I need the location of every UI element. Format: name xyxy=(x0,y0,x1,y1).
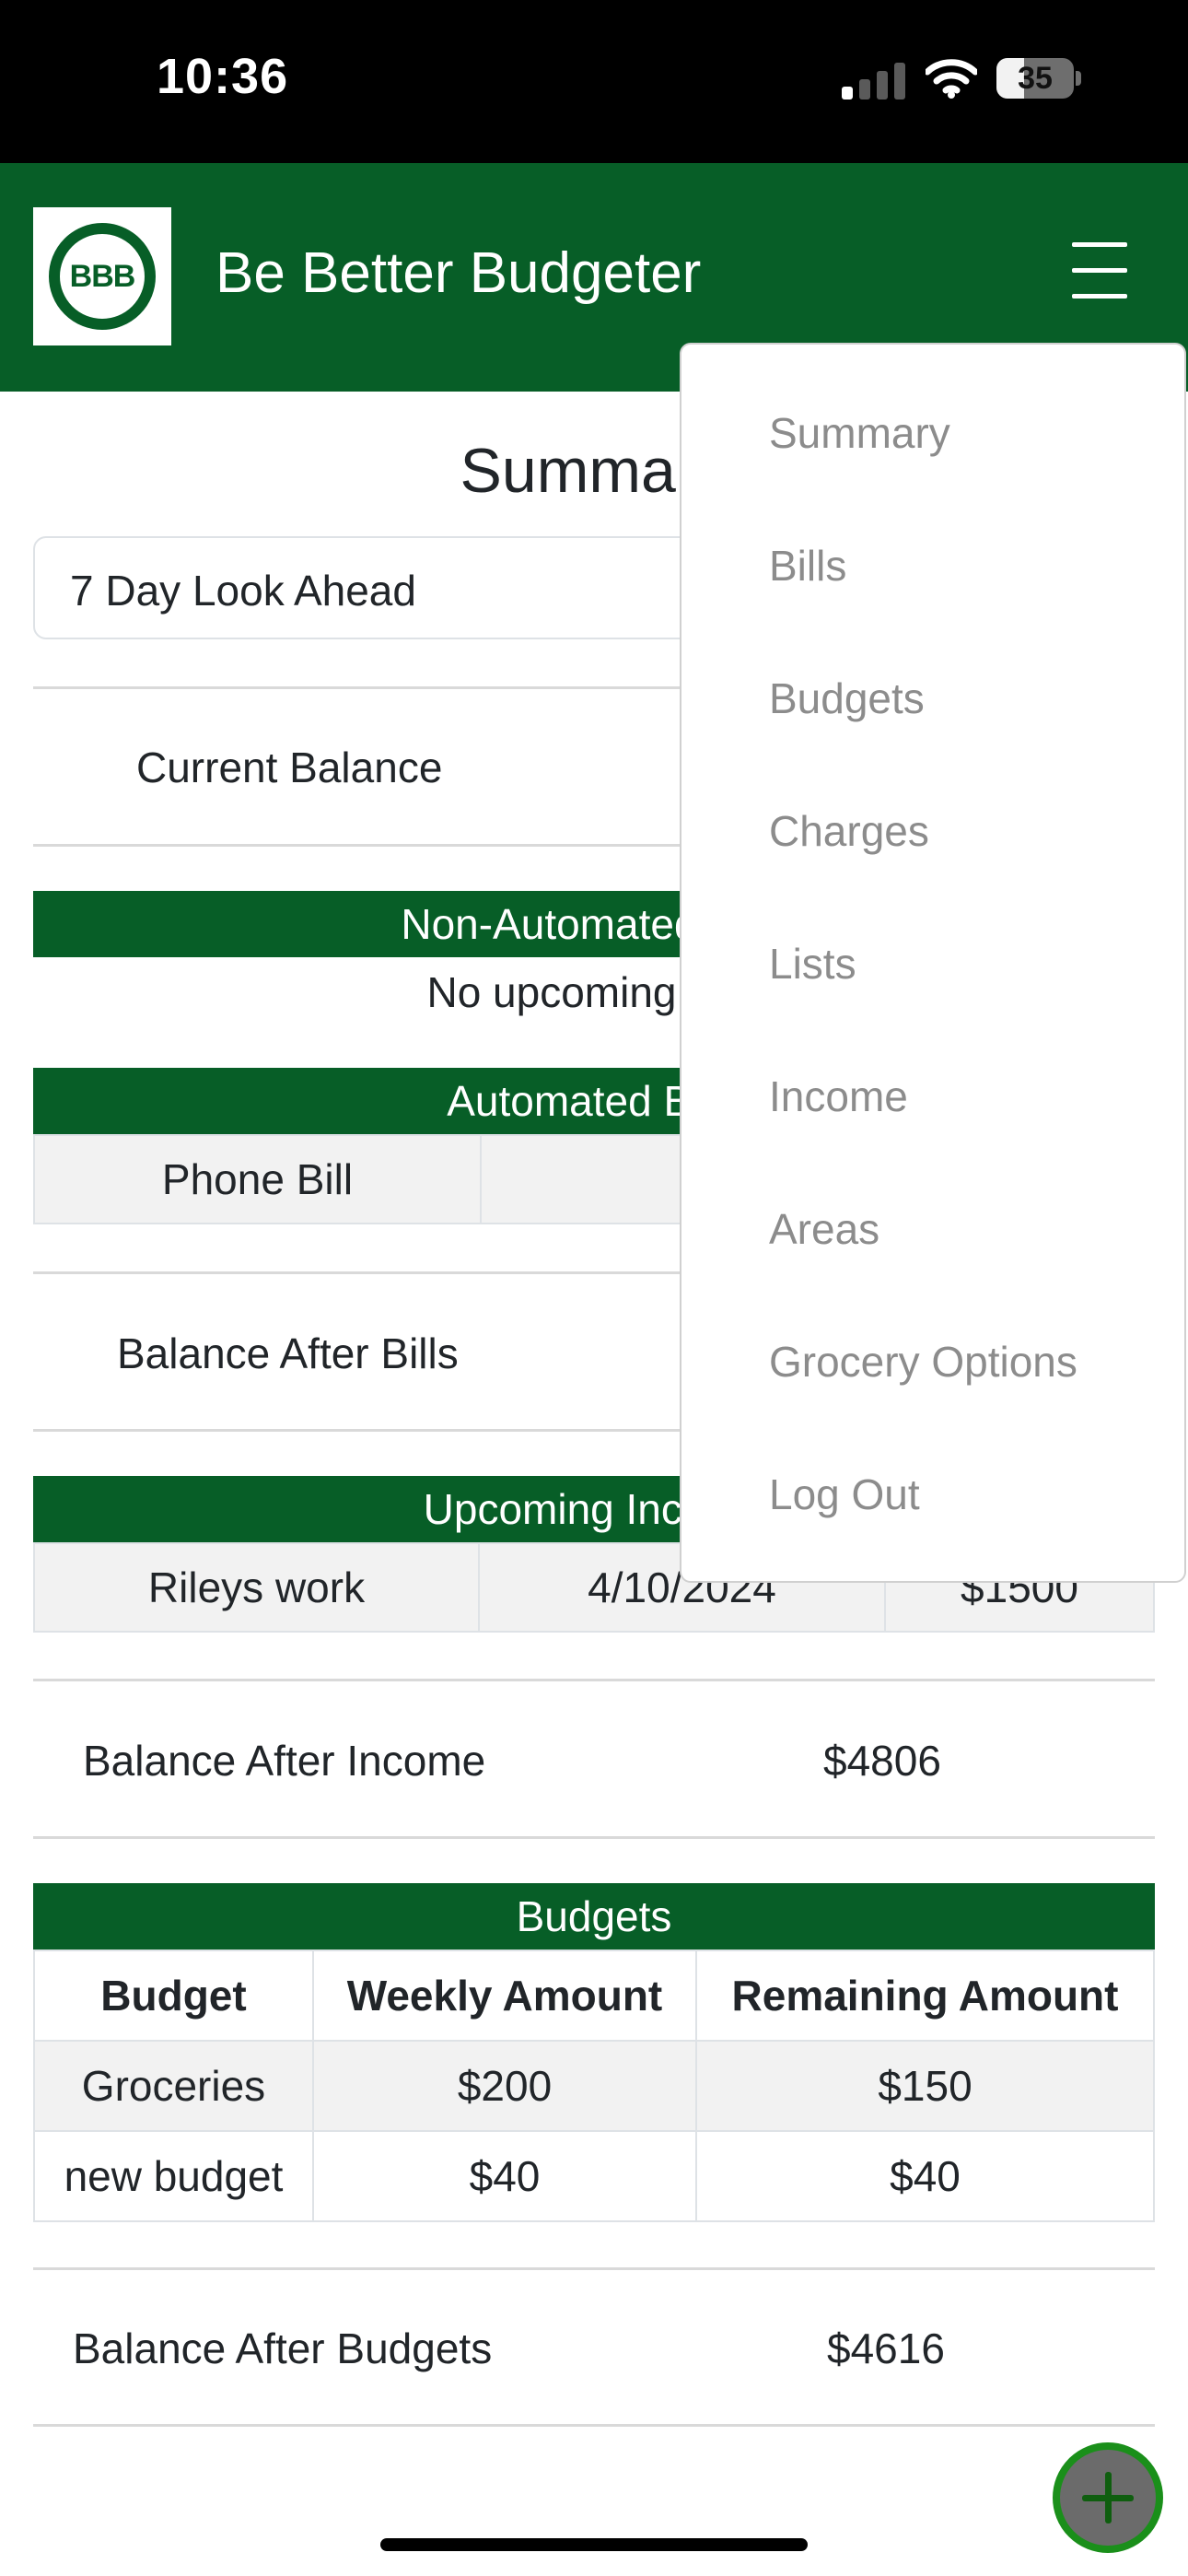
budget-row-remaining: $40 xyxy=(695,2130,1155,2222)
menu-item-budgets[interactable]: Budgets xyxy=(769,673,925,723)
menu-item-income[interactable]: Income xyxy=(769,1071,908,1121)
menu-item-bills[interactable]: Bills xyxy=(769,541,846,591)
current-balance-label: Current Balance xyxy=(136,744,443,791)
wifi-icon xyxy=(926,59,977,99)
budget-row-weekly: $40 xyxy=(312,2130,697,2222)
balance-after-budgets-label: Balance After Budgets xyxy=(73,2324,493,2372)
menu-item-lists[interactable]: Lists xyxy=(769,939,856,989)
budgets-col-weekly: Weekly Amount xyxy=(312,1950,697,2042)
hamburger-icon[interactable] xyxy=(1065,240,1133,301)
divider xyxy=(33,1836,1155,1839)
budget-row-name: new budget xyxy=(33,2130,314,2222)
nav-dropdown-menu: Summary Bills Budgets Charges Lists Inco… xyxy=(680,343,1186,1583)
signal-icon xyxy=(842,61,906,100)
income-name: Rileys work xyxy=(33,1542,480,1633)
balance-after-income-value: $4806 xyxy=(823,1737,941,1785)
budgets-col-remaining: Remaining Amount xyxy=(695,1950,1155,2042)
plus-icon-vertical xyxy=(1105,2472,1112,2523)
automated-bill-name: Phone Bill xyxy=(33,1134,482,1224)
home-indicator[interactable] xyxy=(380,2538,808,2551)
menu-item-log-out[interactable]: Log Out xyxy=(769,1469,920,1519)
balance-after-bills-label: Balance After Bills xyxy=(117,1329,459,1377)
status-time: 10:36 xyxy=(157,49,289,104)
menu-item-summary[interactable]: Summary xyxy=(769,408,950,458)
app-logo[interactable]: BBB xyxy=(33,207,171,345)
budget-row-weekly: $200 xyxy=(312,2040,697,2132)
add-button[interactable] xyxy=(1053,2442,1163,2553)
menu-item-grocery-options[interactable]: Grocery Options xyxy=(769,1337,1077,1387)
battery-icon: 35 xyxy=(996,58,1081,99)
budgets-header: Budgets xyxy=(33,1883,1155,1950)
menu-item-areas[interactable]: Areas xyxy=(769,1204,879,1254)
battery-level: 35 xyxy=(1018,61,1053,96)
budgets-col-budget: Budget xyxy=(33,1950,314,2042)
divider xyxy=(33,2267,1155,2270)
balance-after-budgets-value: $4616 xyxy=(827,2324,945,2372)
lookahead-selected-value: 7 Day Look Ahead xyxy=(70,567,416,615)
divider xyxy=(33,2424,1155,2427)
divider xyxy=(33,1679,1155,1681)
status-bar: 10:36 35 xyxy=(0,0,1188,163)
budget-row-remaining: $150 xyxy=(695,2040,1155,2132)
balance-after-income-label: Balance After Income xyxy=(83,1737,486,1785)
budget-row-name: Groceries xyxy=(33,2040,314,2132)
menu-item-charges[interactable]: Charges xyxy=(769,806,929,856)
brand-title[interactable]: Be Better Budgeter xyxy=(215,240,701,306)
logo-text: BBB xyxy=(69,259,136,294)
